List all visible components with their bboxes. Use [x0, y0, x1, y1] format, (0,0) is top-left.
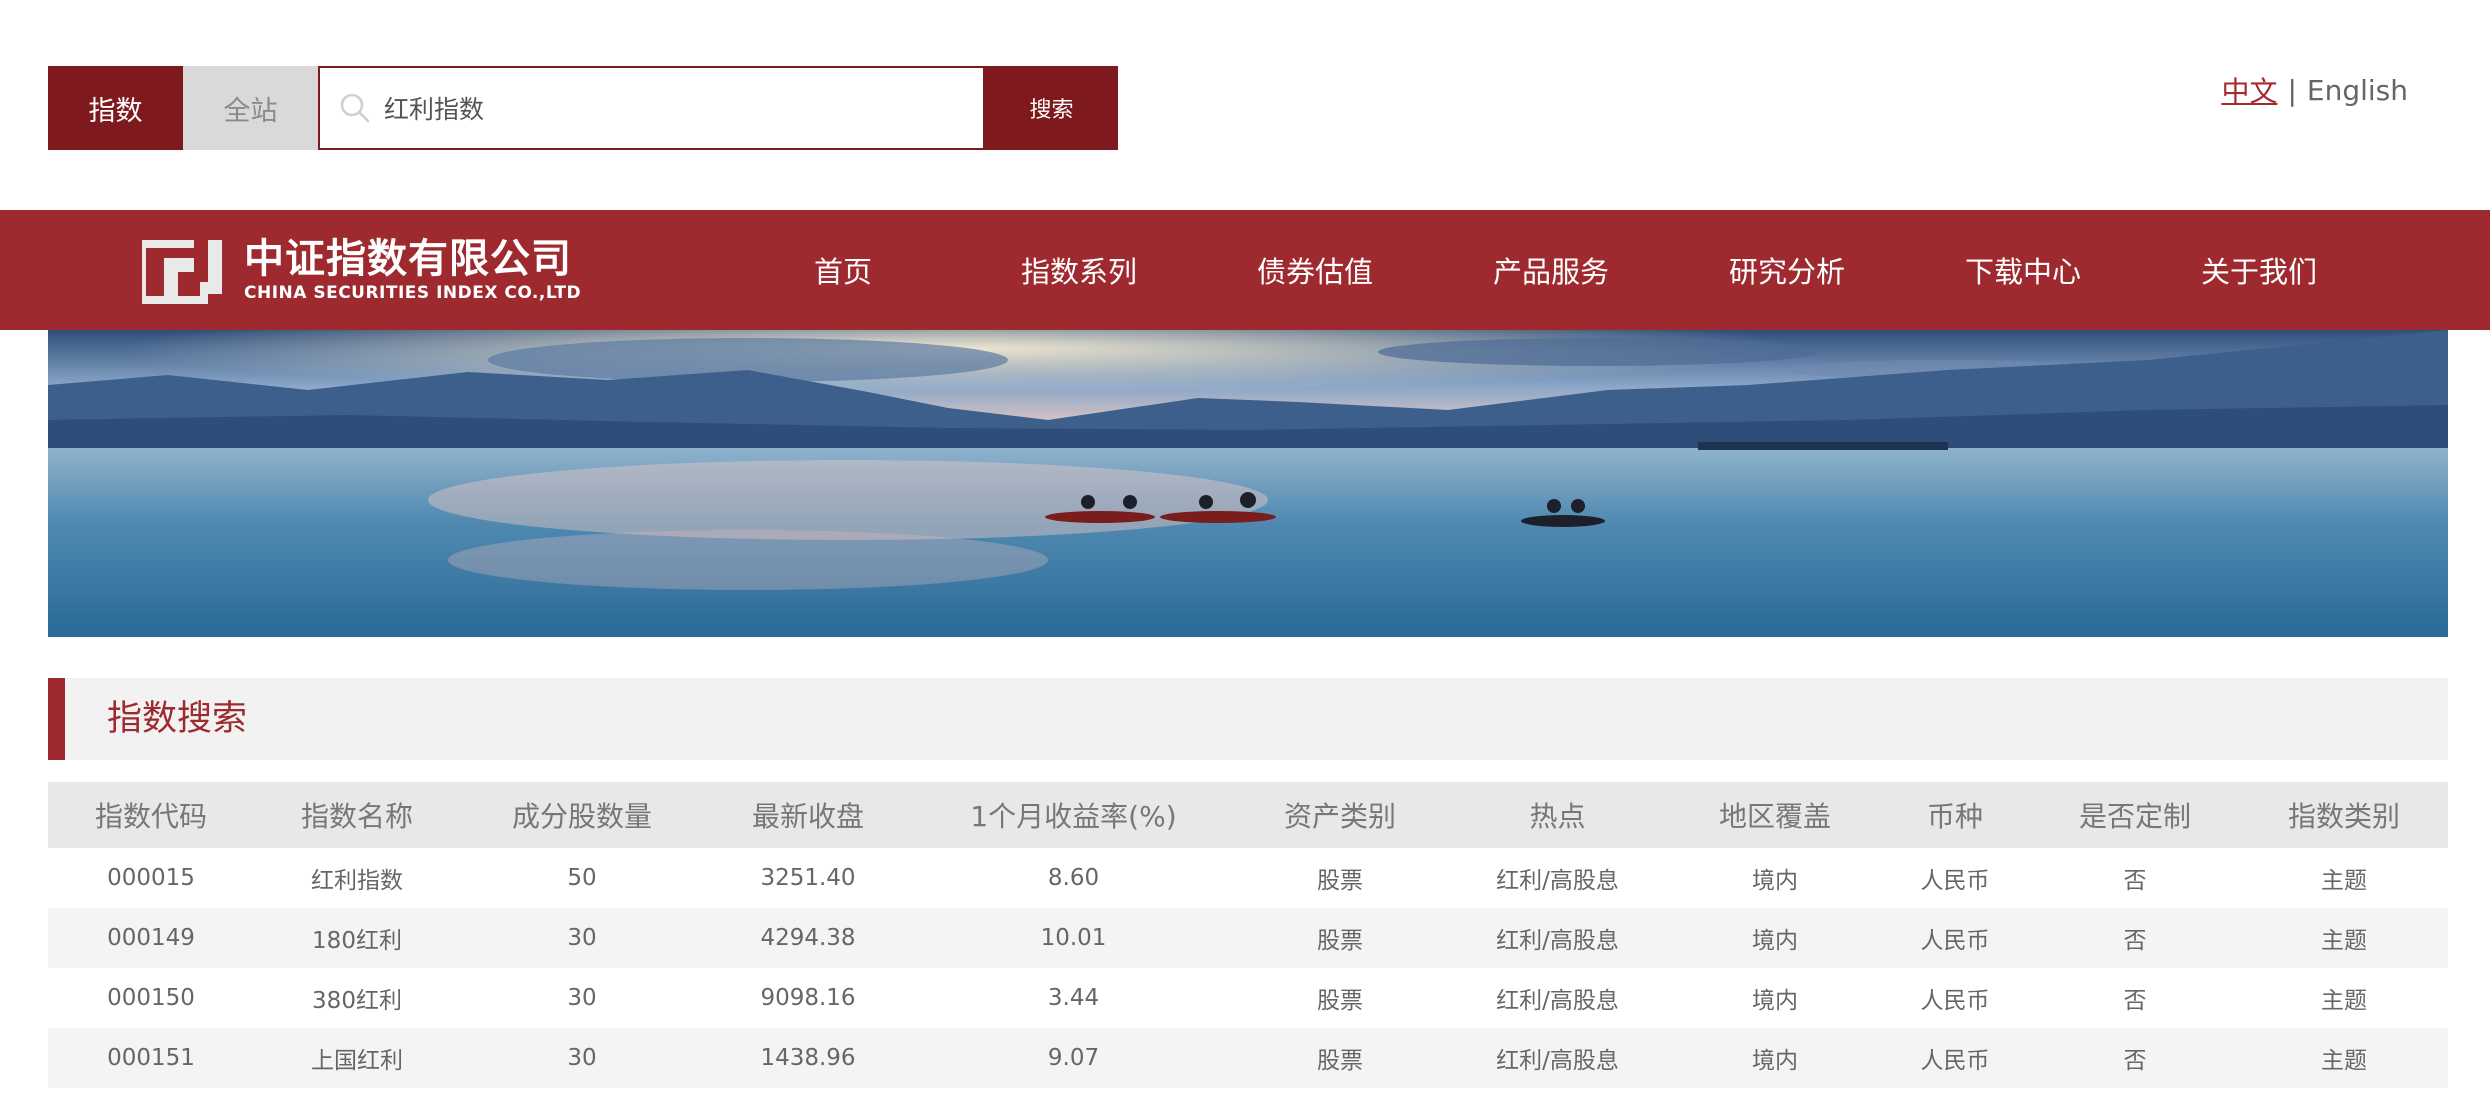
cell-currency: 人民币 [1920, 1048, 1990, 1074]
lang-separator: | [2287, 73, 2297, 107]
cell-1m-return: 8.60 [1047, 865, 1100, 891]
logo-name-en: CHINA SECURITIES INDEX CO.,LTD [244, 283, 582, 303]
search-input[interactable] [382, 92, 976, 124]
search-box [318, 66, 985, 150]
cell-category: 主题 [2321, 868, 2367, 894]
search-button[interactable]: 搜索 [985, 66, 1118, 150]
col-header-category[interactable]: 指数类别 [2240, 795, 2448, 835]
nav-item-research[interactable]: 研究分析 [1669, 210, 1905, 330]
nav-item-bond-valuation[interactable]: 债券估值 [1197, 210, 1433, 330]
scope-tab-index[interactable]: 指数 [48, 66, 183, 150]
cell-constituents: 30 [567, 925, 597, 951]
table-header-row: 指数代码 指数名称 成分股数量 最新收盘 1个月收益率(%) 资产类别 热点 地… [48, 782, 2448, 848]
col-header-custom[interactable]: 是否定制 [2030, 795, 2240, 835]
cell-close: 9098.16 [760, 985, 856, 1011]
cell-asset-class: 股票 [1317, 928, 1363, 954]
nav-item-home[interactable]: 首页 [725, 210, 961, 330]
cell-region: 境内 [1752, 988, 1798, 1014]
cell-name[interactable]: 380红利 [254, 981, 460, 1015]
cell-asset-class: 股票 [1317, 988, 1363, 1014]
table-row[interactable]: 000150 380红利 30 9098.16 3.44 股票 红利/高股息 境… [48, 968, 2448, 1028]
company-logo[interactable]: 中证指数有限公司 CHINA SECURITIES INDEX CO.,LTD [142, 236, 581, 304]
nav-item-downloads[interactable]: 下载中心 [1905, 210, 2141, 330]
section-header: 指数搜索 [48, 678, 2448, 760]
col-header-code[interactable]: 指数代码 [48, 795, 254, 835]
cell-constituents: 30 [567, 985, 597, 1011]
cell-theme: 红利/高股息 [1496, 868, 1619, 894]
search-bar: 指数 全站 搜索 [48, 66, 1118, 150]
cell-close: 4294.38 [760, 925, 856, 951]
nav-item-products[interactable]: 产品服务 [1433, 210, 1669, 330]
hero-banner [48, 330, 2448, 637]
cell-region: 境内 [1752, 928, 1798, 954]
cell-code[interactable]: 000151 [48, 1045, 254, 1071]
cell-code[interactable]: 000149 [48, 925, 254, 951]
col-header-theme[interactable]: 热点 [1445, 795, 1670, 835]
col-header-asset-class[interactable]: 资产类别 [1235, 795, 1445, 835]
cell-asset-class: 股票 [1317, 1048, 1363, 1074]
cell-region: 境内 [1752, 868, 1798, 894]
cell-category: 主题 [2321, 988, 2367, 1014]
col-header-name[interactable]: 指数名称 [254, 795, 460, 835]
table-row[interactable]: 000149 180红利 30 4294.38 10.01 股票 红利/高股息 … [48, 908, 2448, 968]
col-header-constituents[interactable]: 成分股数量 [460, 795, 704, 835]
scope-tab-site[interactable]: 全站 [183, 66, 318, 150]
cell-close: 3251.40 [760, 865, 856, 891]
logo-name-cn: 中证指数有限公司 [244, 236, 572, 282]
table-row[interactable]: 000015 红利指数 50 3251.40 8.60 股票 红利/高股息 境内… [48, 848, 2448, 908]
cell-currency: 人民币 [1920, 988, 1990, 1014]
cell-name[interactable]: 红利指数 [254, 861, 460, 895]
main-navbar: 中证指数有限公司 CHINA SECURITIES INDEX CO.,LTD … [0, 210, 2490, 330]
nav-item-index-series[interactable]: 指数系列 [961, 210, 1197, 330]
col-header-close[interactable]: 最新收盘 [704, 795, 912, 835]
lake-kayak-image [48, 330, 2448, 637]
lang-english-link[interactable]: English [2307, 74, 2408, 107]
index-results-table: 指数代码 指数名称 成分股数量 最新收盘 1个月收益率(%) 资产类别 热点 地… [48, 782, 2448, 1088]
cell-theme: 红利/高股息 [1496, 1048, 1619, 1074]
cell-region: 境内 [1752, 1048, 1798, 1074]
lang-chinese-link[interactable]: 中文 [2221, 70, 2277, 110]
cell-code[interactable]: 000015 [48, 865, 254, 891]
nav-menu: 首页 指数系列 债券估值 产品服务 研究分析 下载中心 关于我们 [725, 210, 2377, 330]
language-switcher: 中文 | English [2221, 70, 2408, 110]
cell-code[interactable]: 000150 [48, 985, 254, 1011]
cell-custom: 否 [2123, 868, 2147, 894]
cell-1m-return: 9.07 [1047, 1045, 1100, 1071]
cell-constituents: 30 [567, 1045, 597, 1071]
cell-custom: 否 [2123, 928, 2147, 954]
cell-name[interactable]: 上国红利 [254, 1041, 460, 1075]
cell-currency: 人民币 [1920, 928, 1990, 954]
cell-1m-return: 10.01 [1040, 925, 1107, 951]
cell-close: 1438.96 [760, 1045, 856, 1071]
search-icon [338, 91, 372, 125]
cell-currency: 人民币 [1920, 868, 1990, 894]
cell-name[interactable]: 180红利 [254, 921, 460, 955]
cell-custom: 否 [2123, 1048, 2147, 1074]
col-header-currency[interactable]: 币种 [1880, 795, 2030, 835]
cell-category: 主题 [2321, 928, 2367, 954]
cell-constituents: 50 [567, 865, 597, 891]
table-row[interactable]: 000151 上国红利 30 1438.96 9.07 股票 红利/高股息 境内… [48, 1028, 2448, 1088]
cell-category: 主题 [2321, 1048, 2367, 1074]
col-header-1m-return[interactable]: 1个月收益率(%) [912, 795, 1235, 835]
cell-1m-return: 3.44 [1047, 985, 1100, 1011]
cell-custom: 否 [2123, 988, 2147, 1014]
nav-item-about[interactable]: 关于我们 [2141, 210, 2377, 330]
cell-theme: 红利/高股息 [1496, 928, 1619, 954]
col-header-region[interactable]: 地区覆盖 [1670, 795, 1880, 835]
cell-asset-class: 股票 [1317, 868, 1363, 894]
section-accent-bar [48, 678, 65, 760]
logo-mark-icon [142, 236, 222, 304]
cell-theme: 红利/高股息 [1496, 988, 1619, 1014]
section-title: 指数搜索 [107, 699, 248, 739]
